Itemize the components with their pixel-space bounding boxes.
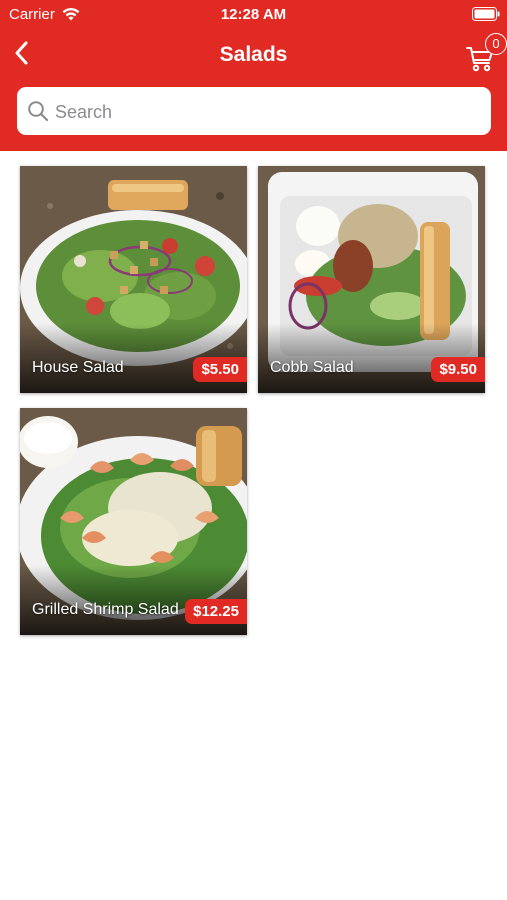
status-time: 12:28 AM bbox=[220, 6, 287, 23]
cart-button[interactable]: 0 bbox=[465, 33, 507, 76]
menu-item-name: Cobb Salad bbox=[270, 359, 354, 376]
menu-item-card[interactable]: Cobb Salad $9.50 bbox=[258, 166, 485, 393]
price-badge: $5.50 bbox=[193, 357, 247, 382]
menu-item-name: Grilled Shrimp Salad bbox=[32, 601, 179, 618]
search-input[interactable] bbox=[53, 87, 477, 137]
screen: Carrier 12:28 AM Salads 0 Search House S… bbox=[0, 0, 507, 900]
price-badge: $12.25 bbox=[185, 599, 247, 624]
status-bar: Carrier 12:28 AM bbox=[0, 0, 507, 28]
search-icon bbox=[28, 101, 49, 122]
menu-item-name: House Salad bbox=[32, 359, 124, 376]
cart-count-badge: 0 bbox=[485, 33, 507, 55]
nav-bar: Salads 0 bbox=[0, 30, 507, 80]
page-title: Salads bbox=[219, 43, 288, 66]
menu-item-card[interactable]: Grilled Shrimp Salad $12.25 bbox=[20, 408, 247, 635]
search-bar[interactable] bbox=[17, 87, 491, 137]
price-badge: $9.50 bbox=[431, 357, 485, 382]
header: Carrier 12:28 AM Salads 0 Search bbox=[0, 0, 507, 151]
menu-item-card[interactable]: House Salad $5.50 bbox=[20, 166, 247, 393]
battery-icon bbox=[472, 7, 500, 21]
